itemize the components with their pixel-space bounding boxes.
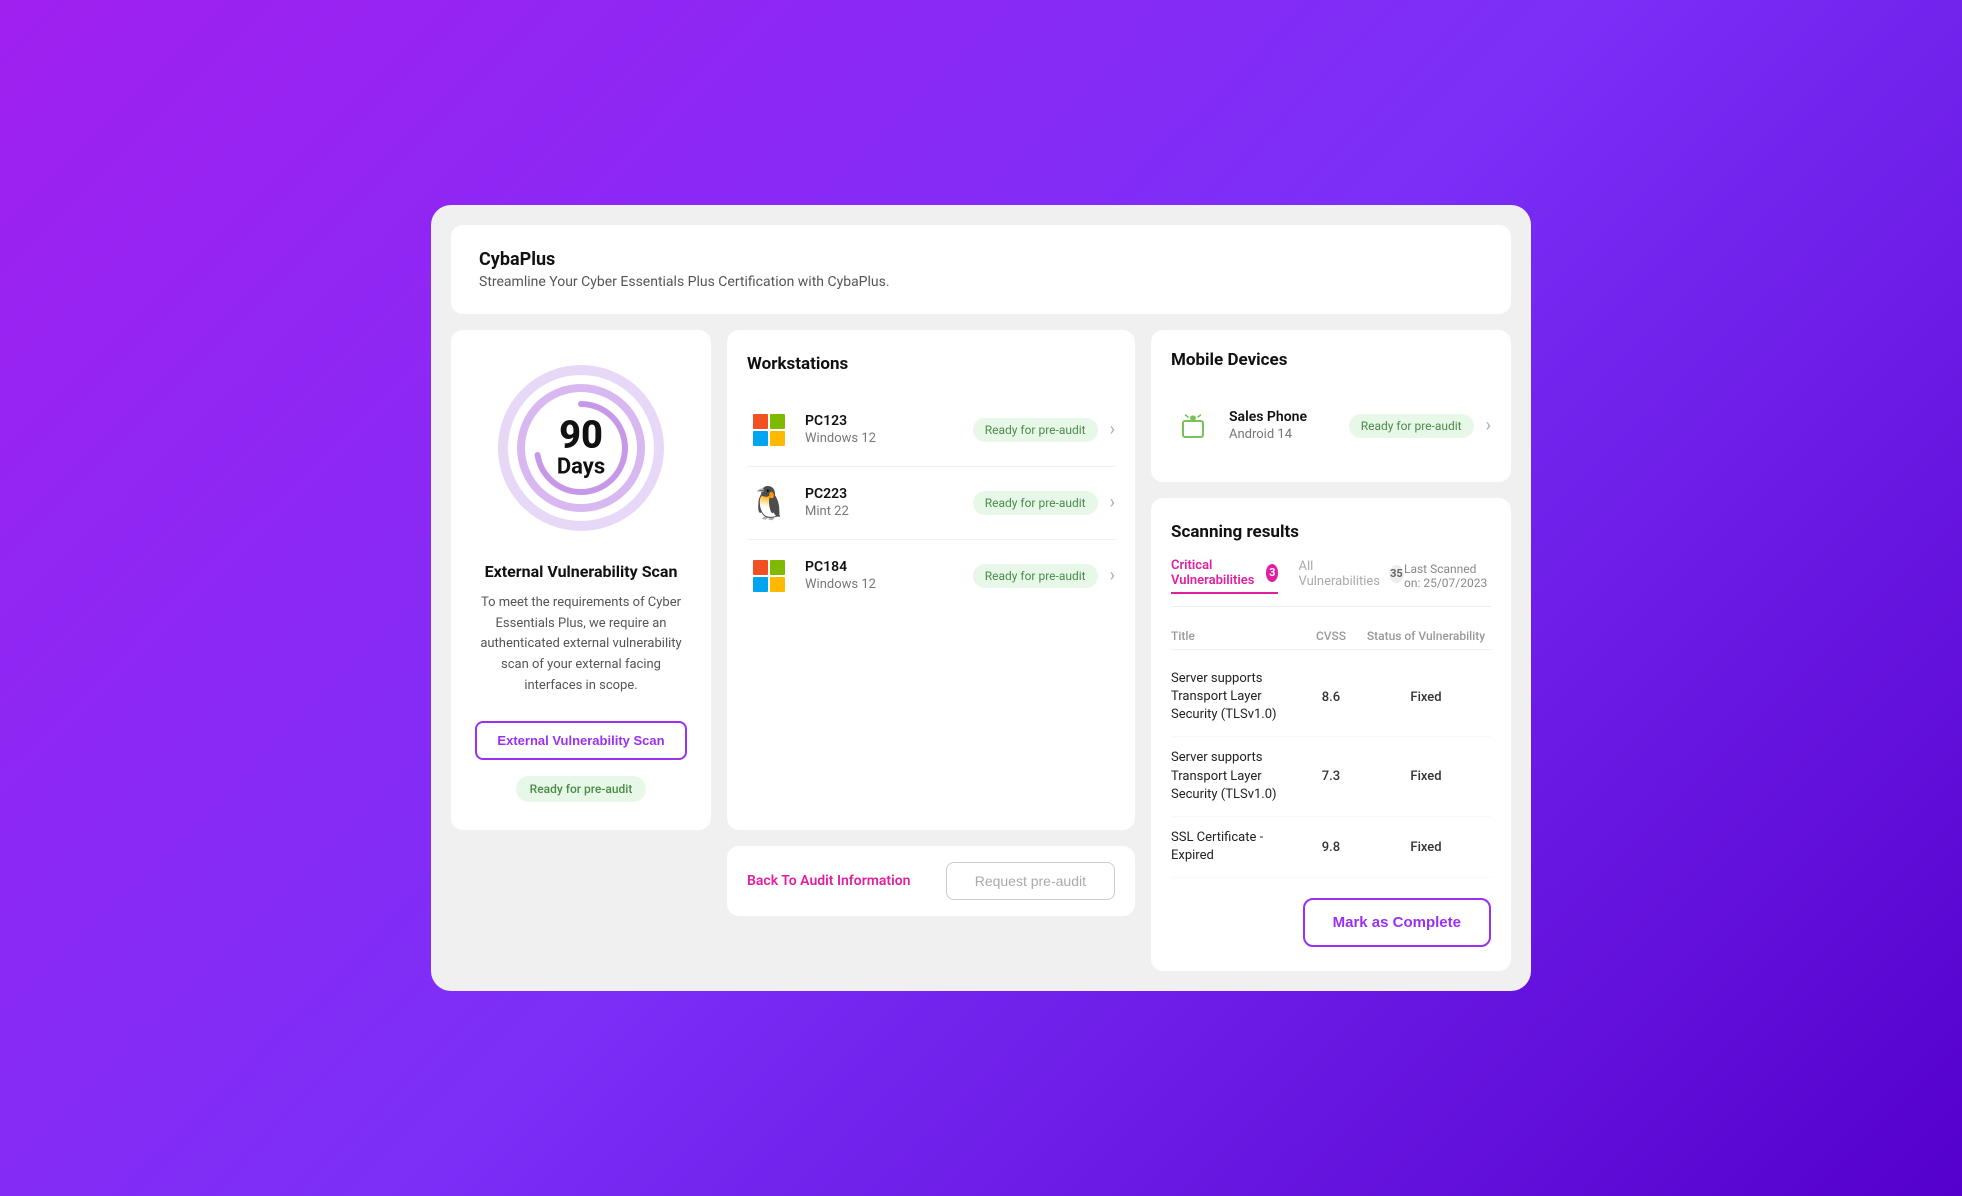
pc123-name: PC123 — [805, 413, 973, 429]
app-subtitle: Streamline Your Cyber Essentials Plus Ce… — [479, 274, 1483, 290]
pc184-os: Windows 12 — [805, 577, 973, 592]
header-card: CybaPlus Streamline Your Cyber Essential… — [451, 225, 1511, 314]
vuln-col-cvss: CVSS — [1301, 629, 1361, 643]
android-icon-sales-phone — [1171, 404, 1215, 448]
scanning-results-panel: Scanning results Critical Vulnerabilitie… — [1151, 498, 1511, 972]
vuln-1-title: Server supports Transport Layer Security… — [1171, 670, 1301, 725]
pc123-status: Ready for pre-audit — [973, 418, 1098, 442]
workstations-panel: Workstations PC123 Windows 12 — [727, 330, 1135, 830]
vuln-table-header: Title CVSS Status of Vulnerability — [1171, 623, 1491, 650]
windows-icon-pc184 — [747, 554, 791, 598]
pc184-chevron-icon[interactable]: › — [1110, 565, 1115, 586]
pc223-chevron-icon[interactable]: › — [1110, 492, 1115, 513]
left-panel-ready-badge: Ready for pre-audit — [516, 776, 647, 802]
sales-phone-os: Android 14 — [1229, 427, 1349, 442]
app-title: CybaPlus — [479, 249, 1483, 270]
sales-phone-name: Sales Phone — [1229, 409, 1349, 425]
mobile-device-row-sales-phone[interactable]: Sales Phone Android 14 Ready for pre-aud… — [1171, 390, 1491, 462]
scan-section-title: External Vulnerability Scan — [485, 562, 678, 581]
workstation-row-pc184[interactable]: PC184 Windows 12 Ready for pre-audit › — [747, 540, 1115, 612]
pc123-chevron-icon[interactable]: › — [1110, 419, 1115, 440]
vulnerability-table: Title CVSS Status of Vulnerability Serve… — [1171, 623, 1491, 879]
vuln-2-title: Server supports Transport Layer Security… — [1171, 749, 1301, 804]
workstations-title: Workstations — [747, 354, 1115, 374]
sales-phone-chevron-icon[interactable]: › — [1486, 415, 1491, 436]
sales-phone-status: Ready for pre-audit — [1349, 414, 1474, 438]
vuln-col-title: Title — [1171, 629, 1301, 643]
linux-icon-pc223: 🐧 — [747, 481, 791, 525]
left-panel: 90 Days External Vulnerability Scan To m… — [451, 330, 711, 830]
scanning-results-title: Scanning results — [1171, 522, 1491, 542]
pc184-status: Ready for pre-audit — [973, 564, 1098, 588]
vuln-row-2: Server supports Transport Layer Security… — [1171, 737, 1491, 817]
pc223-status: Ready for pre-audit — [973, 491, 1098, 515]
vuln-3-title: SSL Certificate - Expired — [1171, 829, 1301, 865]
windows-icon-pc123 — [747, 408, 791, 452]
days-circle: 90 Days — [491, 358, 671, 538]
pc223-os: Mint 22 — [805, 504, 973, 519]
scan-description: To meet the requirements of Cyber Essent… — [471, 593, 691, 697]
mobile-devices-panel: Mobile Devices — [1151, 330, 1511, 482]
workstation-row-pc223[interactable]: 🐧 PC223 Mint 22 Ready for pre-audit › — [747, 467, 1115, 540]
vuln-2-cvss: 7.3 — [1301, 769, 1361, 784]
vulnerability-tabs-row: Critical Vulnerabilities 3 All Vulnerabi… — [1171, 558, 1491, 607]
vuln-row-3: SSL Certificate - Expired 9.8 Fixed — [1171, 817, 1491, 878]
tab-all-vulnerabilities[interactable]: All Vulnerabilities 35 — [1298, 559, 1404, 593]
last-scanned-label: Last Scanned on: 25/07/2023 — [1404, 562, 1491, 590]
mark-as-complete-button[interactable]: Mark as Complete — [1303, 898, 1491, 947]
pc123-info: PC123 Windows 12 — [805, 413, 973, 446]
request-pre-audit-button[interactable]: Request pre-audit — [946, 862, 1115, 900]
days-label: Days — [557, 454, 605, 479]
pc184-info: PC184 Windows 12 — [805, 559, 973, 592]
tab-all-badge: 35 — [1389, 565, 1404, 583]
days-number: 90 — [557, 416, 605, 454]
bottom-bar: Back To Audit Information Request pre-au… — [727, 846, 1135, 916]
pc223-name: PC223 — [805, 486, 973, 502]
workstation-row-pc123[interactable]: PC123 Windows 12 Ready for pre-audit › — [747, 394, 1115, 467]
pc123-os: Windows 12 — [805, 431, 973, 446]
tab-critical-vulnerabilities[interactable]: Critical Vulnerabilities 3 — [1171, 558, 1278, 594]
vuln-1-cvss: 8.6 — [1301, 690, 1361, 705]
tab-all-label: All Vulnerabilities — [1298, 559, 1382, 589]
back-to-audit-link[interactable]: Back To Audit Information — [747, 873, 911, 889]
vulnerability-tabs: Critical Vulnerabilities 3 All Vulnerabi… — [1171, 558, 1404, 594]
right-panels: Mobile Devices — [1151, 330, 1511, 972]
vuln-2-status: Fixed — [1361, 769, 1491, 784]
vuln-3-cvss: 9.8 — [1301, 840, 1361, 855]
vuln-col-status: Status of Vulnerability — [1361, 629, 1491, 643]
mobile-devices-title: Mobile Devices — [1171, 350, 1491, 370]
pc184-name: PC184 — [805, 559, 973, 575]
vuln-row-1: Server supports Transport Layer Security… — [1171, 658, 1491, 738]
tab-critical-badge: 3 — [1266, 564, 1279, 582]
vuln-3-status: Fixed — [1361, 840, 1491, 855]
app-container: CybaPlus Streamline Your Cyber Essential… — [431, 205, 1531, 992]
pc223-info: PC223 Mint 22 — [805, 486, 973, 519]
tab-critical-label: Critical Vulnerabilities — [1171, 558, 1260, 588]
external-scan-button[interactable]: External Vulnerability Scan — [475, 721, 686, 760]
sales-phone-info: Sales Phone Android 14 — [1229, 409, 1349, 442]
vuln-1-status: Fixed — [1361, 690, 1491, 705]
